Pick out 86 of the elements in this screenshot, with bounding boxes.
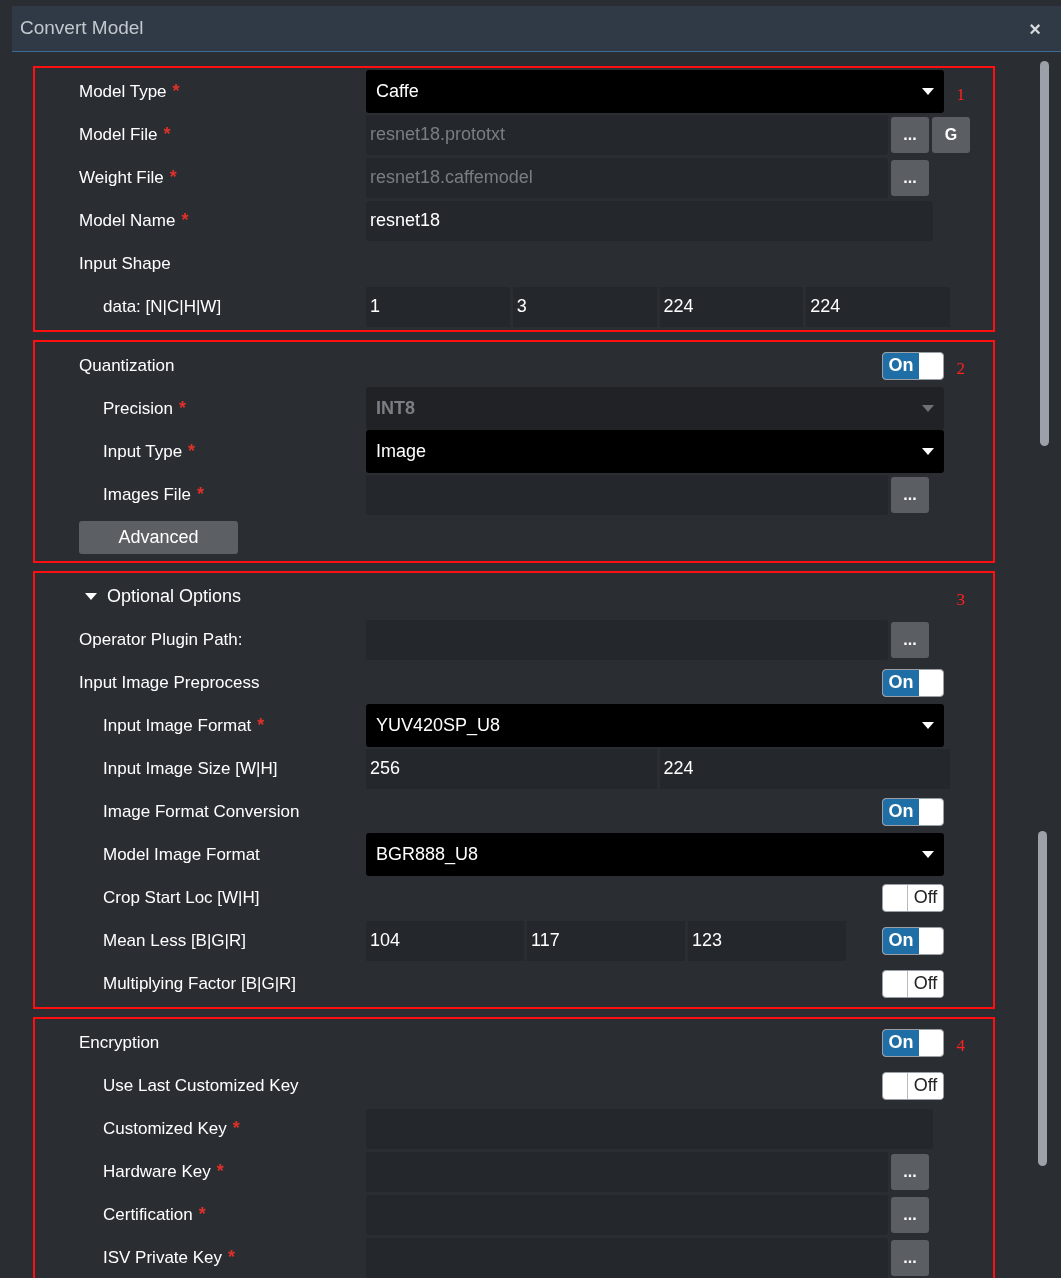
required-icon: * bbox=[257, 712, 265, 739]
required-icon: * bbox=[178, 395, 186, 422]
required-icon: * bbox=[169, 164, 177, 191]
dropdown[interactable]: Caffe bbox=[366, 70, 944, 113]
field-label: Crop Start Loc [W|H] bbox=[103, 886, 260, 909]
required-icon: * bbox=[172, 78, 180, 105]
section-number: 2 bbox=[956, 358, 965, 380]
number-field[interactable]: 123 bbox=[688, 920, 846, 961]
number-field[interactable]: 117 bbox=[527, 920, 685, 961]
dropdown[interactable]: BGR888_U8 bbox=[366, 833, 944, 876]
toggle-switch[interactable]: Off bbox=[882, 1071, 944, 1100]
toggle-switch[interactable]: Off bbox=[882, 969, 944, 998]
toggle-switch[interactable]: Off bbox=[882, 883, 944, 912]
toggle-switch[interactable]: On bbox=[882, 797, 944, 826]
file-field[interactable]: resnet18.caffemodel bbox=[366, 157, 888, 198]
field-label: Input Image Size [W|H] bbox=[103, 757, 278, 780]
field-label: Input Shape bbox=[79, 252, 171, 275]
caret-icon bbox=[85, 593, 97, 600]
caret-icon bbox=[922, 88, 934, 95]
field-label: Images File bbox=[103, 483, 191, 506]
number-field[interactable]: 256 bbox=[366, 748, 657, 789]
field-label: Mean Less [B|G|R] bbox=[103, 929, 246, 952]
field-label: Multiplying Factor [B|G|R] bbox=[103, 972, 297, 995]
caret-icon bbox=[922, 405, 934, 412]
required-icon: * bbox=[188, 438, 196, 465]
field-label: Model File bbox=[79, 123, 158, 146]
number-field[interactable]: 3 bbox=[512, 286, 657, 327]
field-label: ISV Private Key bbox=[103, 1246, 223, 1269]
toggle-switch[interactable]: On bbox=[882, 1028, 944, 1057]
advanced-button[interactable]: Advanced bbox=[79, 521, 238, 554]
field-label: Input Image Preprocess bbox=[79, 671, 260, 694]
required-icon: * bbox=[232, 1115, 240, 1142]
browse-button[interactable]: ... bbox=[891, 159, 929, 196]
required-icon: * bbox=[228, 1244, 236, 1271]
number-field[interactable]: 224 bbox=[659, 748, 950, 789]
browse-button[interactable]: ... bbox=[891, 1153, 929, 1190]
caret-icon bbox=[922, 722, 934, 729]
required-icon: * bbox=[196, 481, 204, 508]
browse-button[interactable]: ... bbox=[891, 1196, 929, 1233]
field-label: Model Type bbox=[79, 80, 167, 103]
field-label: Use Last Customized Key bbox=[103, 1074, 299, 1097]
scrollbar[interactable] bbox=[1040, 61, 1049, 446]
field-label: Weight File bbox=[79, 166, 164, 189]
toggle-switch[interactable]: On bbox=[882, 351, 944, 380]
field-label: Customized Key bbox=[103, 1117, 227, 1140]
close-button[interactable]: × bbox=[1023, 13, 1047, 44]
required-icon: * bbox=[216, 1158, 224, 1185]
file-field[interactable]: resnet18.prototxt bbox=[366, 114, 888, 155]
field-label: Input Type bbox=[103, 440, 183, 463]
browse-button[interactable]: ... bbox=[891, 476, 929, 513]
scrollbar[interactable] bbox=[1038, 831, 1047, 1166]
dropdown[interactable]: Image bbox=[366, 430, 944, 473]
number-field[interactable]: 1 bbox=[366, 286, 510, 327]
expander-toggle[interactable]: Optional Options bbox=[85, 583, 242, 610]
field-label: Quantization bbox=[79, 354, 175, 377]
number-field[interactable]: 224 bbox=[806, 286, 950, 327]
browse-button[interactable]: ... bbox=[891, 116, 929, 153]
required-icon: * bbox=[163, 121, 171, 148]
browse-button[interactable]: G bbox=[932, 116, 970, 153]
field-label: Model Image Format bbox=[103, 843, 260, 866]
caret-icon bbox=[922, 851, 934, 858]
number-field[interactable]: 104 bbox=[366, 920, 524, 961]
file-field[interactable] bbox=[366, 474, 888, 515]
window-title: Convert Model bbox=[20, 16, 144, 41]
browse-button[interactable]: ... bbox=[891, 621, 929, 658]
section-number: 1 bbox=[956, 84, 965, 106]
required-icon: * bbox=[198, 1201, 206, 1228]
field-label: Operator Plugin Path: bbox=[79, 628, 243, 651]
field-label: data: [N|C|H|W] bbox=[103, 295, 222, 318]
field-label: Hardware Key bbox=[103, 1160, 211, 1183]
browse-button[interactable]: ... bbox=[891, 1239, 929, 1276]
toggle-switch[interactable]: On bbox=[882, 926, 944, 955]
section-number: 3 bbox=[956, 589, 965, 611]
field-label: Encryption bbox=[79, 1031, 160, 1054]
required-icon: * bbox=[181, 207, 189, 234]
section-number: 4 bbox=[956, 1035, 965, 1057]
number-field[interactable]: 224 bbox=[659, 286, 804, 327]
caret-icon bbox=[922, 448, 934, 455]
field-label: Model Name bbox=[79, 209, 176, 232]
dropdown[interactable]: YUV420SP_U8 bbox=[366, 704, 944, 747]
field-label: Precision bbox=[103, 397, 173, 420]
field-label: Input Image Format bbox=[103, 714, 252, 737]
field-label: Image Format Conversion bbox=[103, 800, 300, 823]
field-label: Certification bbox=[103, 1203, 193, 1226]
toggle-switch[interactable]: On bbox=[882, 668, 944, 697]
text-field[interactable]: resnet18 bbox=[366, 200, 933, 241]
